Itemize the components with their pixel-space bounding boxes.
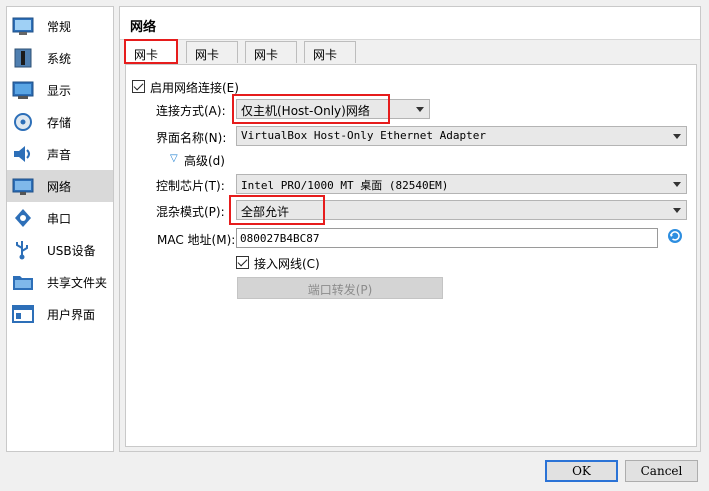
sidebar-item-usb[interactable]: USB设备	[7, 234, 113, 266]
port-forwarding-button[interactable]: 端口转发(P)	[237, 277, 443, 299]
sidebar-item-general[interactable]: 常规	[7, 10, 113, 42]
sidebar-item-network[interactable]: 网络	[7, 170, 113, 202]
settings-sidebar: 常规 系统 显示 存储 声音 网络 串口 USB设备 共享文件夹 用户界面	[6, 6, 114, 452]
sidebar-item-label: USB设备	[47, 244, 96, 258]
page-title: 网络	[130, 20, 157, 35]
refresh-mac-icon[interactable]	[667, 228, 683, 244]
sidebar-item-user-interface[interactable]: 用户界面	[7, 298, 113, 330]
attached-to-value: 仅主机(Host-Only)网络	[241, 104, 370, 118]
tab-label: 网卡	[195, 48, 220, 62]
enable-adapter-checkbox[interactable]	[132, 80, 145, 93]
user-interface-icon	[12, 303, 34, 325]
general-icon	[12, 15, 34, 37]
adapter-name-value: VirtualBox Host-Only Ethernet Adapter	[241, 129, 487, 142]
adapter-panel	[125, 64, 697, 447]
chevron-down-icon	[673, 208, 681, 213]
mac-address-input[interactable]: 080027B4BC87	[236, 228, 658, 248]
attached-to-label: 连接方式(A):	[156, 104, 226, 118]
sidebar-item-system[interactable]: 系统	[7, 42, 113, 74]
ok-button[interactable]: OK	[545, 460, 618, 482]
tab-label: 网卡	[254, 48, 279, 62]
tab-label: 网卡	[313, 48, 338, 62]
sidebar-item-serial-port[interactable]: 串口	[7, 202, 113, 234]
adapter-type-label: 控制芯片(T):	[156, 179, 225, 193]
adapter-name-label: 界面名称(N):	[156, 131, 227, 145]
cancel-button[interactable]: Cancel	[625, 460, 698, 482]
sidebar-item-label: 系统	[47, 52, 72, 66]
usb-icon	[12, 239, 34, 261]
display-icon	[12, 79, 34, 101]
cable-connected-checkbox[interactable]	[236, 256, 249, 269]
network-icon	[12, 175, 34, 197]
sidebar-item-shared-folders[interactable]: 共享文件夹	[7, 266, 113, 298]
tab-adapter-4[interactable]: 网卡 4	[304, 41, 356, 77]
chevron-down-icon	[673, 134, 681, 139]
chevron-down-icon	[416, 107, 424, 112]
enable-adapter-label: 启用网络连接(E)	[150, 81, 239, 95]
serial-port-icon	[12, 207, 34, 229]
shared-folder-icon	[12, 271, 34, 293]
sidebar-item-label: 存储	[47, 116, 72, 130]
sidebar-item-label: 网络	[47, 180, 72, 194]
sidebar-item-label: 串口	[47, 212, 72, 226]
tab-adapter-1[interactable]: 网卡 1	[124, 39, 178, 77]
sidebar-item-audio[interactable]: 声音	[7, 138, 113, 170]
mac-address-value: 080027B4BC87	[240, 232, 320, 245]
tab-label: 网卡	[134, 48, 159, 62]
promiscuous-mode-label: 混杂模式(P):	[156, 205, 225, 219]
storage-icon	[12, 111, 34, 133]
sidebar-item-storage[interactable]: 存储	[7, 106, 113, 138]
sidebar-item-label: 声音	[47, 148, 72, 162]
sidebar-item-label: 常规	[47, 20, 72, 34]
promiscuous-mode-select[interactable]: 全部允许	[236, 200, 687, 220]
audio-icon	[12, 143, 34, 165]
sidebar-item-display[interactable]: 显示	[7, 74, 113, 106]
chevron-down-icon	[673, 182, 681, 187]
sidebar-item-label: 共享文件夹	[47, 276, 108, 290]
adapter-name-select[interactable]: VirtualBox Host-Only Ethernet Adapter	[236, 126, 687, 146]
cable-connected-label: 接入网线(C)	[254, 257, 320, 271]
sidebar-item-label: 用户界面	[47, 308, 96, 322]
sidebar-item-label: 显示	[47, 84, 72, 98]
advanced-toggle[interactable]: 高级(d)	[184, 152, 225, 169]
attached-to-select[interactable]: 仅主机(Host-Only)网络	[236, 99, 430, 119]
tab-adapter-3[interactable]: 网卡 3	[245, 41, 297, 77]
mac-address-label: MAC 地址(M):	[157, 233, 236, 247]
adapter-type-select[interactable]: Intel PRO/1000 MT 桌面 (82540EM)	[236, 174, 687, 194]
page-header: 网络	[120, 7, 700, 40]
system-icon	[12, 47, 34, 69]
adapter-type-value: Intel PRO/1000 MT 桌面 (82540EM)	[241, 179, 449, 192]
promiscuous-mode-value: 全部允许	[241, 205, 290, 219]
expand-triangle-icon[interactable]: ▽	[170, 153, 178, 164]
tab-adapter-2[interactable]: 网卡 2	[186, 41, 238, 77]
